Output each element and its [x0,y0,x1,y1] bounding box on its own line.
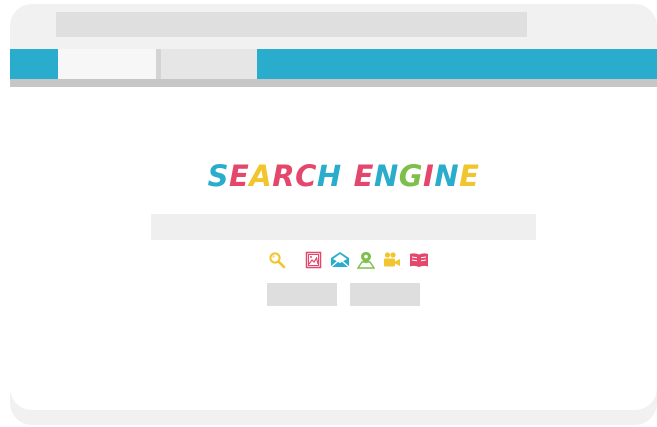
logo-letter [342,159,354,193]
tab-strip [10,49,657,79]
logo-letter: S [207,159,229,193]
map-pin-icon[interactable] [356,251,376,269]
tab-active[interactable] [58,49,156,79]
logo-letter: H [316,159,342,193]
book-icon[interactable] [409,251,428,269]
logo-letter: E [228,159,250,193]
search-icon[interactable] [268,251,286,269]
image-icon[interactable] [305,251,323,269]
logo-letter: A [249,159,273,193]
toolbar-divider [10,79,657,87]
logo-letter: I [423,159,435,193]
logo-letter: N [434,159,460,193]
search-engine-logo: SEARCH ENGINE [10,159,657,193]
logo-letter: C [295,159,317,193]
search-input[interactable] [151,214,536,240]
mail-icon[interactable] [330,251,350,269]
tab-inactive[interactable] [156,49,257,79]
logo-letter: N [373,159,399,193]
address-bar[interactable] [56,12,527,37]
page-content: SEARCH ENGINE [10,87,657,410]
logo-letter: R [272,159,296,193]
lucky-button[interactable] [350,283,420,306]
logo-letter: E [353,159,374,193]
video-icon[interactable] [383,251,401,269]
search-button[interactable] [267,283,337,306]
logo-letter: E [459,159,480,193]
browser-window: SEARCH ENGINE [10,4,657,425]
logo-letter: G [398,159,424,193]
